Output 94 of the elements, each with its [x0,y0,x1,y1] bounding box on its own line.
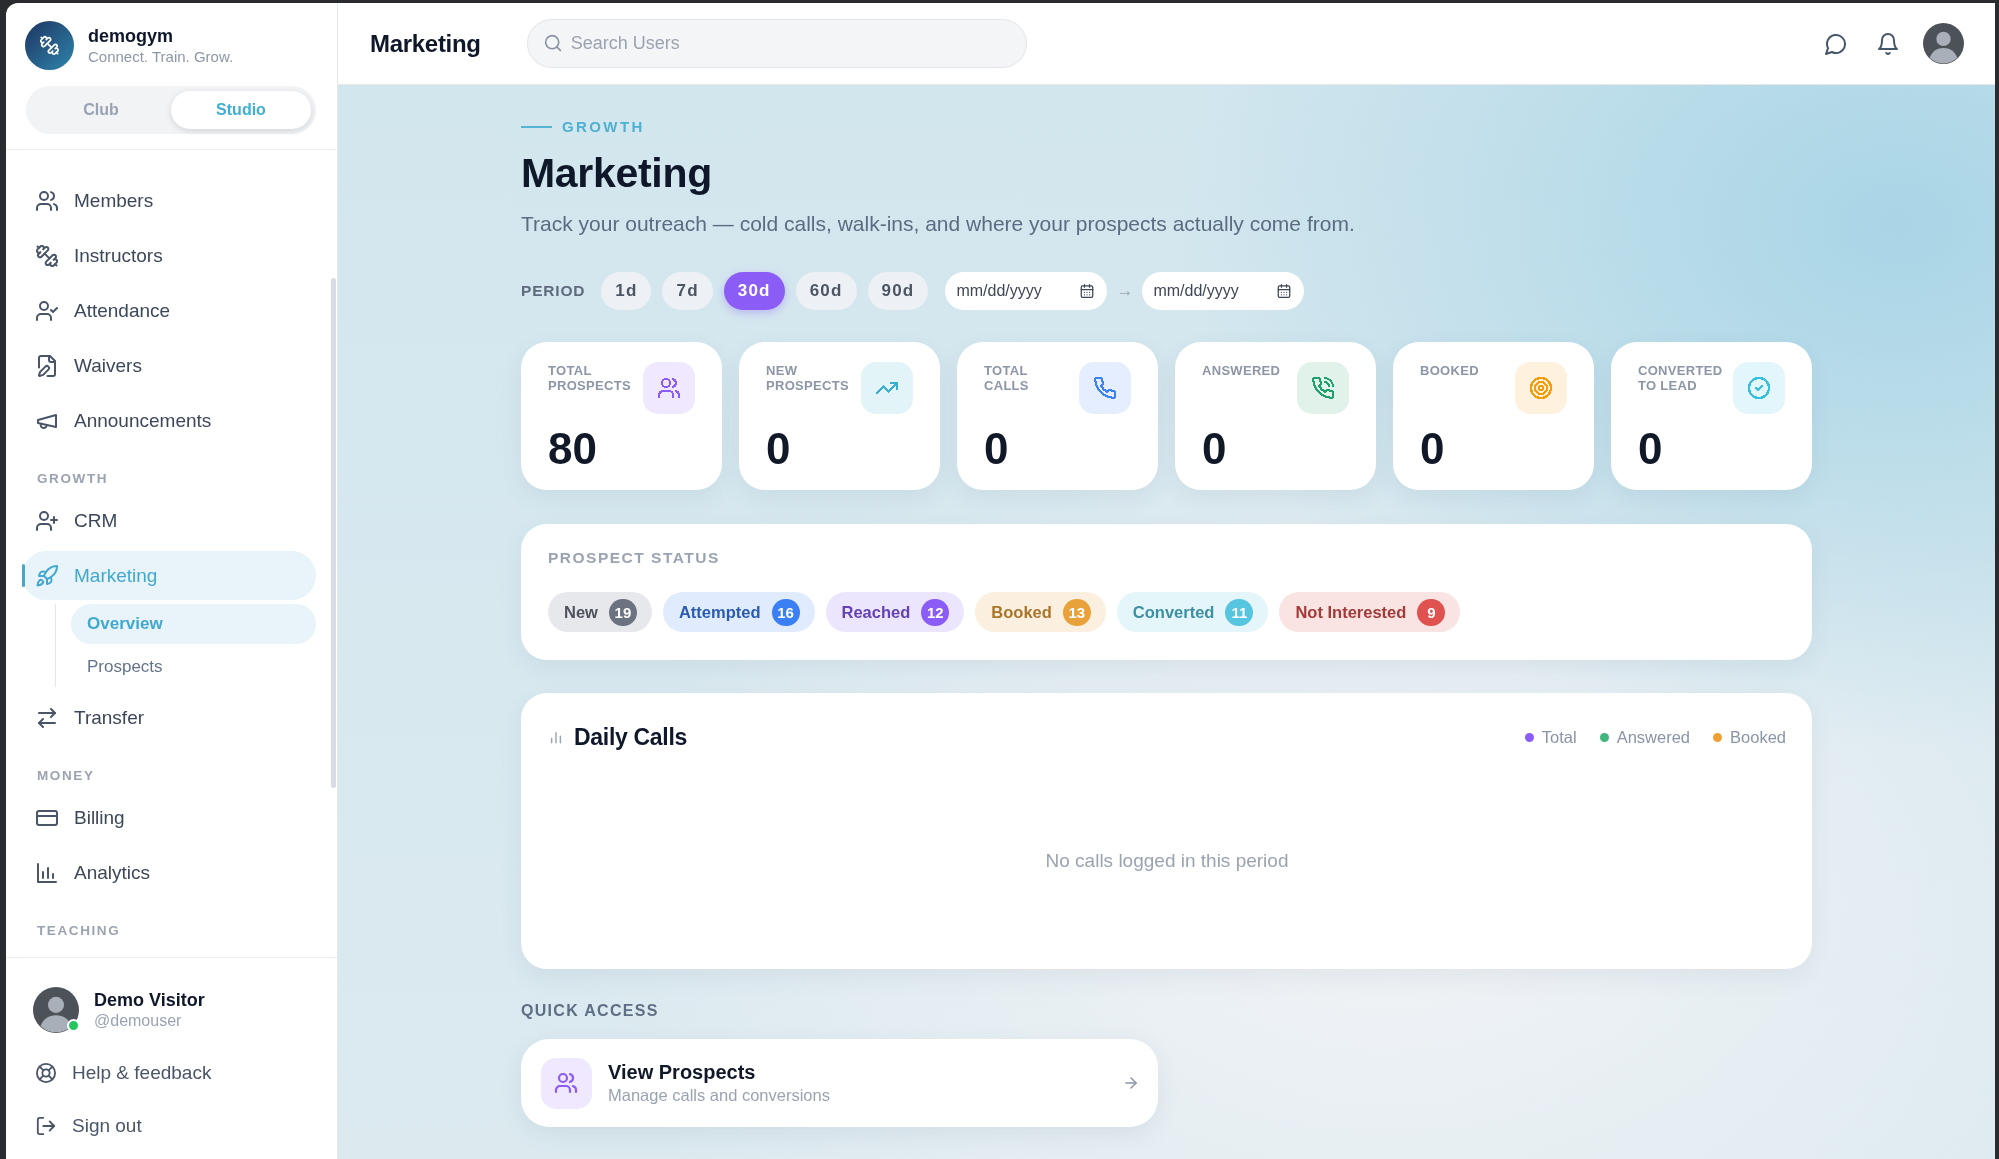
nav-item[interactable]: Billing [22,793,316,842]
rocket-icon [36,564,58,587]
person-check-icon [36,299,58,322]
section-eyebrow: GROWTH [562,119,645,135]
stat-label: CONVERTED TO LEAD [1638,362,1724,395]
lifebuoy-icon [36,1063,56,1083]
section-heading: TEACHING [36,923,122,939]
people-icon [541,1057,592,1109]
nav-item[interactable]: Members [22,176,316,225]
scrollbar-thumb[interactable] [331,278,336,788]
link-title: View Prospects [608,1060,757,1084]
nav-item[interactable]: Transfer [22,693,316,742]
stat-value: 0 [984,427,1010,471]
chat-icon[interactable] [1825,32,1847,55]
arrow-right-icon [1123,1075,1139,1091]
count-badge: 16 [771,598,800,626]
status-chip[interactable]: Not Interested 9 [1279,592,1461,632]
quick-link-card[interactable]: View Prospects Manage calls and conversions [521,1039,1158,1127]
nav-item[interactable]: Analytics [22,848,316,897]
period-label: PERIOD [521,282,586,300]
section-heading: GROWTH [36,471,110,487]
stat-value: 80 [548,427,598,471]
search-field[interactable]: Search Users [526,19,1027,68]
footer-link[interactable]: Sign out [33,1104,150,1148]
section-heading: MONEY [36,768,96,784]
stat-value: 0 [1638,427,1664,471]
user-name: Demo Visitor [94,989,205,1011]
legend-label: Total [1541,727,1577,747]
page-description: Track your outreach — cold calls, walk-ins, and where your prospects actually come from. [521,211,1356,237]
footer-link[interactable]: Help & feedback [33,1051,220,1095]
period-button[interactable]: 60d [795,272,857,310]
period-button[interactable]: 30d [723,272,785,310]
nav-item[interactable]: Instructors [22,231,316,280]
page-title: Marketing [370,29,481,58]
stat-label: BOOKED [1420,362,1480,380]
calendar-icon[interactable] [1277,284,1292,298]
count-badge: 19 [608,598,637,626]
count-badge: 13 [1062,598,1091,626]
status-chip[interactable]: New 19 [548,592,652,632]
people-icon [36,189,58,212]
swap-arrows-icon [36,706,58,729]
nav-item[interactable]: CRM [22,496,316,545]
range-arrow: → [1116,281,1134,301]
section-title: QUICK ACCESS [521,1001,660,1021]
date-field[interactable]: mm/dd/yyyy [945,272,1108,310]
status-chip[interactable]: Booked 13 [975,592,1106,632]
logout-icon [36,1116,56,1136]
user-handle: @demouser [94,1011,183,1031]
stat-label: NEW PROSPECTS [766,362,850,395]
stat-label: TOTAL CALLS [984,362,1030,395]
count-badge: 11 [1225,598,1254,626]
trend-up-icon [861,362,913,414]
period-button[interactable]: 1d [601,272,652,310]
legend-label: Booked [1730,727,1786,747]
logo-icon [25,21,74,70]
page-heading: Marketing [521,149,713,197]
search-icon [543,34,562,52]
dumbbell-icon [36,244,58,267]
status-chip[interactable]: Converted 11 [1116,592,1269,632]
bar-chart-icon [548,729,564,745]
brand-tagline: Connect. Train. Grow. [88,46,234,67]
period-button[interactable]: 7d [662,272,713,310]
document-pen-icon [36,354,58,377]
stat-value: 0 [1202,427,1228,471]
count-badge: 9 [1417,598,1446,626]
user-avatar[interactable] [1923,23,1964,64]
phone-icon [1079,362,1131,414]
nav-item[interactable]: Announcements [22,396,316,445]
nav-item[interactable]: Attendance [22,286,316,335]
stat-value: 0 [1420,427,1446,471]
stat-label: ANSWERED [1202,362,1282,380]
person-plus-icon [36,509,58,532]
sub-nav-item[interactable]: Prospects [71,647,316,687]
people-icon [643,362,695,414]
link-description: Manage calls and conversions [608,1085,830,1106]
status-chip[interactable]: Attempted 16 [662,592,815,632]
phone-ringing-icon [1297,362,1349,414]
calendar-icon[interactable] [1080,284,1095,298]
stat-value: 0 [766,427,792,471]
status-chip[interactable]: Reached 12 [825,592,965,632]
bar-chart-icon [36,861,58,884]
card-title: Daily Calls [574,723,688,751]
target-icon [1515,362,1567,414]
period-button[interactable]: 90d [867,272,929,310]
brand-name: demogym [88,24,175,47]
empty-state-message: No calls logged in this period [1045,849,1289,872]
card-title: PROSPECT STATUS [548,550,721,566]
date-field[interactable]: mm/dd/yyyy [1142,272,1305,310]
count-badge: 12 [921,598,950,626]
nav-item[interactable]: Waivers [22,341,316,390]
stat-label: TOTAL PROSPECTS [548,362,632,395]
user-avatar [33,987,79,1033]
notification-bell-icon[interactable] [1877,32,1899,55]
legend-label: Answered [1616,727,1691,747]
